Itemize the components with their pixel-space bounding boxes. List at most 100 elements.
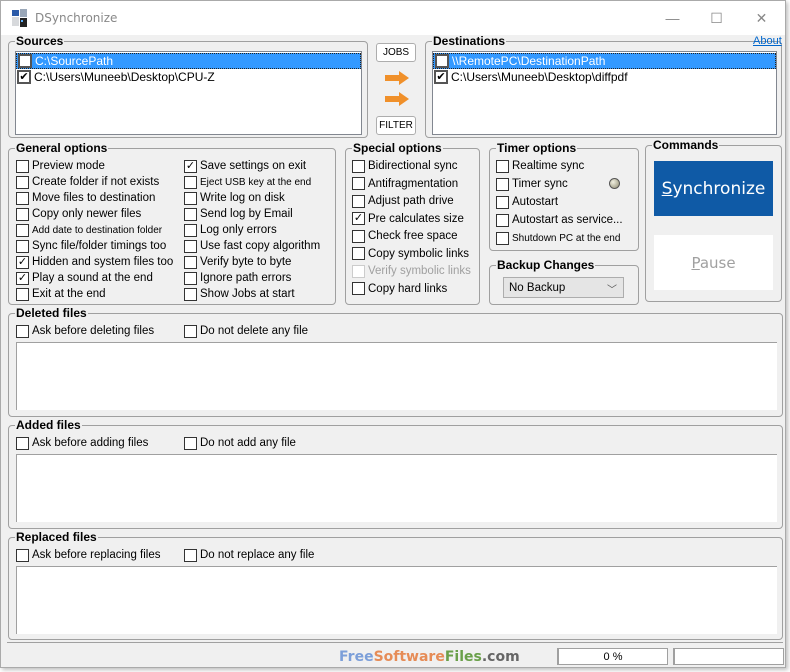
copy-only-newer-files-checkbox[interactable]: Copy only newer files [16, 206, 141, 222]
arrow-right-icon [385, 71, 409, 85]
checkbox-box[interactable] [352, 247, 365, 260]
checkbox-box[interactable] [184, 324, 197, 338]
checkbox-box[interactable] [496, 159, 509, 173]
checkbox-box[interactable] [184, 271, 197, 285]
destination-item[interactable]: \\RemotePC\DestinationPath [433, 53, 776, 69]
option-label: Verify byte to byte [200, 256, 292, 268]
checkbox-box[interactable] [184, 175, 197, 189]
checkmark-icon[interactable]: ✓ [352, 212, 365, 225]
copy-symbolic-links-checkbox[interactable]: Copy symbolic links [352, 246, 469, 262]
checkbox-box[interactable] [16, 175, 29, 189]
ask-before-adding-checkbox[interactable]: Ask before adding files [16, 435, 148, 451]
send-log-by-email-checkbox[interactable]: Send log by Email [184, 206, 293, 222]
checkbox-box[interactable] [352, 229, 365, 243]
checkbox-box[interactable] [184, 223, 197, 237]
replaced-files-list[interactable] [16, 566, 777, 634]
realtime-sync-checkbox[interactable]: Realtime sync [496, 158, 584, 174]
verify-byte-to-byte-checkbox[interactable]: Verify byte to byte [184, 254, 291, 270]
checkbox-box[interactable] [184, 191, 197, 205]
ask-before-deleting-checkbox[interactable]: Ask before deleting files [16, 323, 154, 339]
checkbox-box [352, 264, 365, 278]
backup-select[interactable]: No Backup ﹀ [503, 277, 624, 298]
do-not-replace-checkbox[interactable]: Do not replace any file [184, 547, 314, 563]
do-not-add-checkbox[interactable]: Do not add any file [184, 435, 296, 451]
checkbox-box[interactable] [184, 548, 197, 562]
destinations-legend: Destinations [433, 34, 506, 48]
close-button[interactable]: ✕ [739, 1, 784, 35]
save-settings-on-exit-checkbox[interactable]: ✓ Save settings on exit [184, 158, 306, 174]
checkbox-box[interactable] [16, 191, 29, 205]
option-label: Antifragmentation [368, 177, 459, 190]
exit-at-the-end-checkbox[interactable]: Exit at the end [16, 286, 106, 302]
destination-path: C:\Users\Muneeb\Desktop\diffpdf [451, 70, 628, 84]
checkmark-icon[interactable]: ✓ [16, 271, 29, 285]
checkbox-box[interactable] [352, 159, 365, 173]
copy-hard-links-checkbox[interactable]: Copy hard links [352, 281, 447, 297]
pre-calculates-size-checkbox[interactable]: ✓ Pre calculates size [352, 211, 464, 227]
checkbox-box[interactable] [496, 195, 509, 209]
deleted-files-list[interactable] [16, 342, 777, 410]
show-jobs-at-start-checkbox[interactable]: Show Jobs at start [184, 286, 295, 302]
checkbox-box[interactable] [184, 207, 197, 221]
checkbox-box[interactable] [16, 548, 29, 562]
checkbox-box[interactable] [16, 324, 29, 338]
maximize-button[interactable]: ☐ [694, 1, 739, 35]
preview-mode-checkbox[interactable]: Preview mode [16, 158, 105, 174]
adjust-path-drive-checkbox[interactable]: Adjust path drive [352, 193, 454, 209]
shutdown-pc-at-the-end-checkbox[interactable]: Shutdown PC at the end [496, 230, 620, 246]
checkbox-box[interactable] [16, 207, 29, 221]
checkbox-box[interactable] [184, 239, 197, 253]
checkbox-box[interactable] [184, 436, 197, 450]
jobs-button[interactable]: JOBS [376, 43, 416, 62]
checkbox-box[interactable] [352, 177, 365, 190]
checkbox-box[interactable] [16, 159, 29, 173]
source-item[interactable]: C:\SourcePath [16, 53, 361, 69]
synchronize-button[interactable]: Synchronize [654, 161, 773, 216]
checkbox-box[interactable] [352, 194, 365, 208]
timer-sync-checkbox[interactable]: Timer sync [496, 176, 568, 192]
sync-file-folder-timings-too-checkbox[interactable]: Sync file/folder timings too [16, 238, 166, 254]
checkbox-box[interactable] [496, 231, 509, 245]
about-link[interactable]: About [753, 35, 782, 47]
checkbox-box[interactable] [496, 213, 509, 227]
antifragmentation-checkbox[interactable]: Antifragmentation [352, 176, 458, 192]
ignore-path-errors-checkbox[interactable]: Ignore path errors [184, 270, 291, 286]
checkbox-box[interactable] [184, 255, 197, 269]
checkbox-box[interactable] [16, 239, 29, 253]
check-free-space-checkbox[interactable]: Check free space [352, 228, 458, 244]
checkbox-box[interactable] [184, 287, 197, 301]
destination-checkbox[interactable] [435, 54, 449, 68]
autostart-as-service-checkbox[interactable]: Autostart as service... [496, 212, 623, 228]
source-checkbox[interactable]: ✔ [17, 70, 31, 84]
hidden-and-system-files-too-checkbox[interactable]: ✓ Hidden and system files too [16, 254, 173, 270]
checkmark-icon[interactable]: ✓ [16, 255, 29, 269]
destination-item[interactable]: ✔ C:\Users\Muneeb\Desktop\diffpdf [433, 69, 776, 85]
timer-knob-icon[interactable] [609, 178, 620, 189]
filter-button[interactable]: FILTER [376, 116, 416, 135]
bidirectional-sync-checkbox[interactable]: Bidirectional sync [352, 158, 457, 174]
checkbox-box[interactable] [352, 282, 365, 295]
ask-before-replacing-checkbox[interactable]: Ask before replacing files [16, 547, 160, 563]
create-folder-if-not-exists-checkbox[interactable]: Create folder if not exists [16, 174, 159, 190]
checkbox-box[interactable] [16, 436, 29, 450]
use-fast-copy-algorithm-checkbox[interactable]: Use fast copy algorithm [184, 238, 320, 254]
source-checkbox[interactable] [18, 54, 32, 68]
source-item[interactable]: ✔ C:\Users\Muneeb\Desktop\CPU-Z [16, 69, 361, 85]
add-date-to-destination-folder-checkbox[interactable]: Add date to destination folder [16, 222, 162, 238]
autostart-checkbox[interactable]: Autostart [496, 194, 558, 210]
sources-list[interactable]: C:\SourcePath ✔ C:\Users\Muneeb\Desktop\… [15, 51, 362, 135]
move-files-to-destination-checkbox[interactable]: Move files to destination [16, 190, 155, 206]
checkbox-box[interactable] [16, 287, 29, 301]
play-a-sound-at-the-end-checkbox[interactable]: ✓ Play a sound at the end [16, 270, 153, 286]
do-not-delete-checkbox[interactable]: Do not delete any file [184, 323, 308, 339]
minimize-button[interactable]: — [650, 1, 695, 35]
eject-usb-key-at-the-end-checkbox[interactable]: Eject USB key at the end [184, 174, 311, 190]
log-only-errors-checkbox[interactable]: Log only errors [184, 222, 277, 238]
added-files-list[interactable] [16, 454, 777, 522]
destination-checkbox[interactable]: ✔ [434, 70, 448, 84]
checkbox-box[interactable] [496, 177, 509, 191]
destinations-list[interactable]: \\RemotePC\DestinationPath ✔ C:\Users\Mu… [432, 51, 777, 135]
write-log-on-disk-checkbox[interactable]: Write log on disk [184, 190, 285, 206]
checkmark-icon[interactable]: ✓ [184, 159, 197, 173]
checkbox-box[interactable] [16, 223, 29, 237]
